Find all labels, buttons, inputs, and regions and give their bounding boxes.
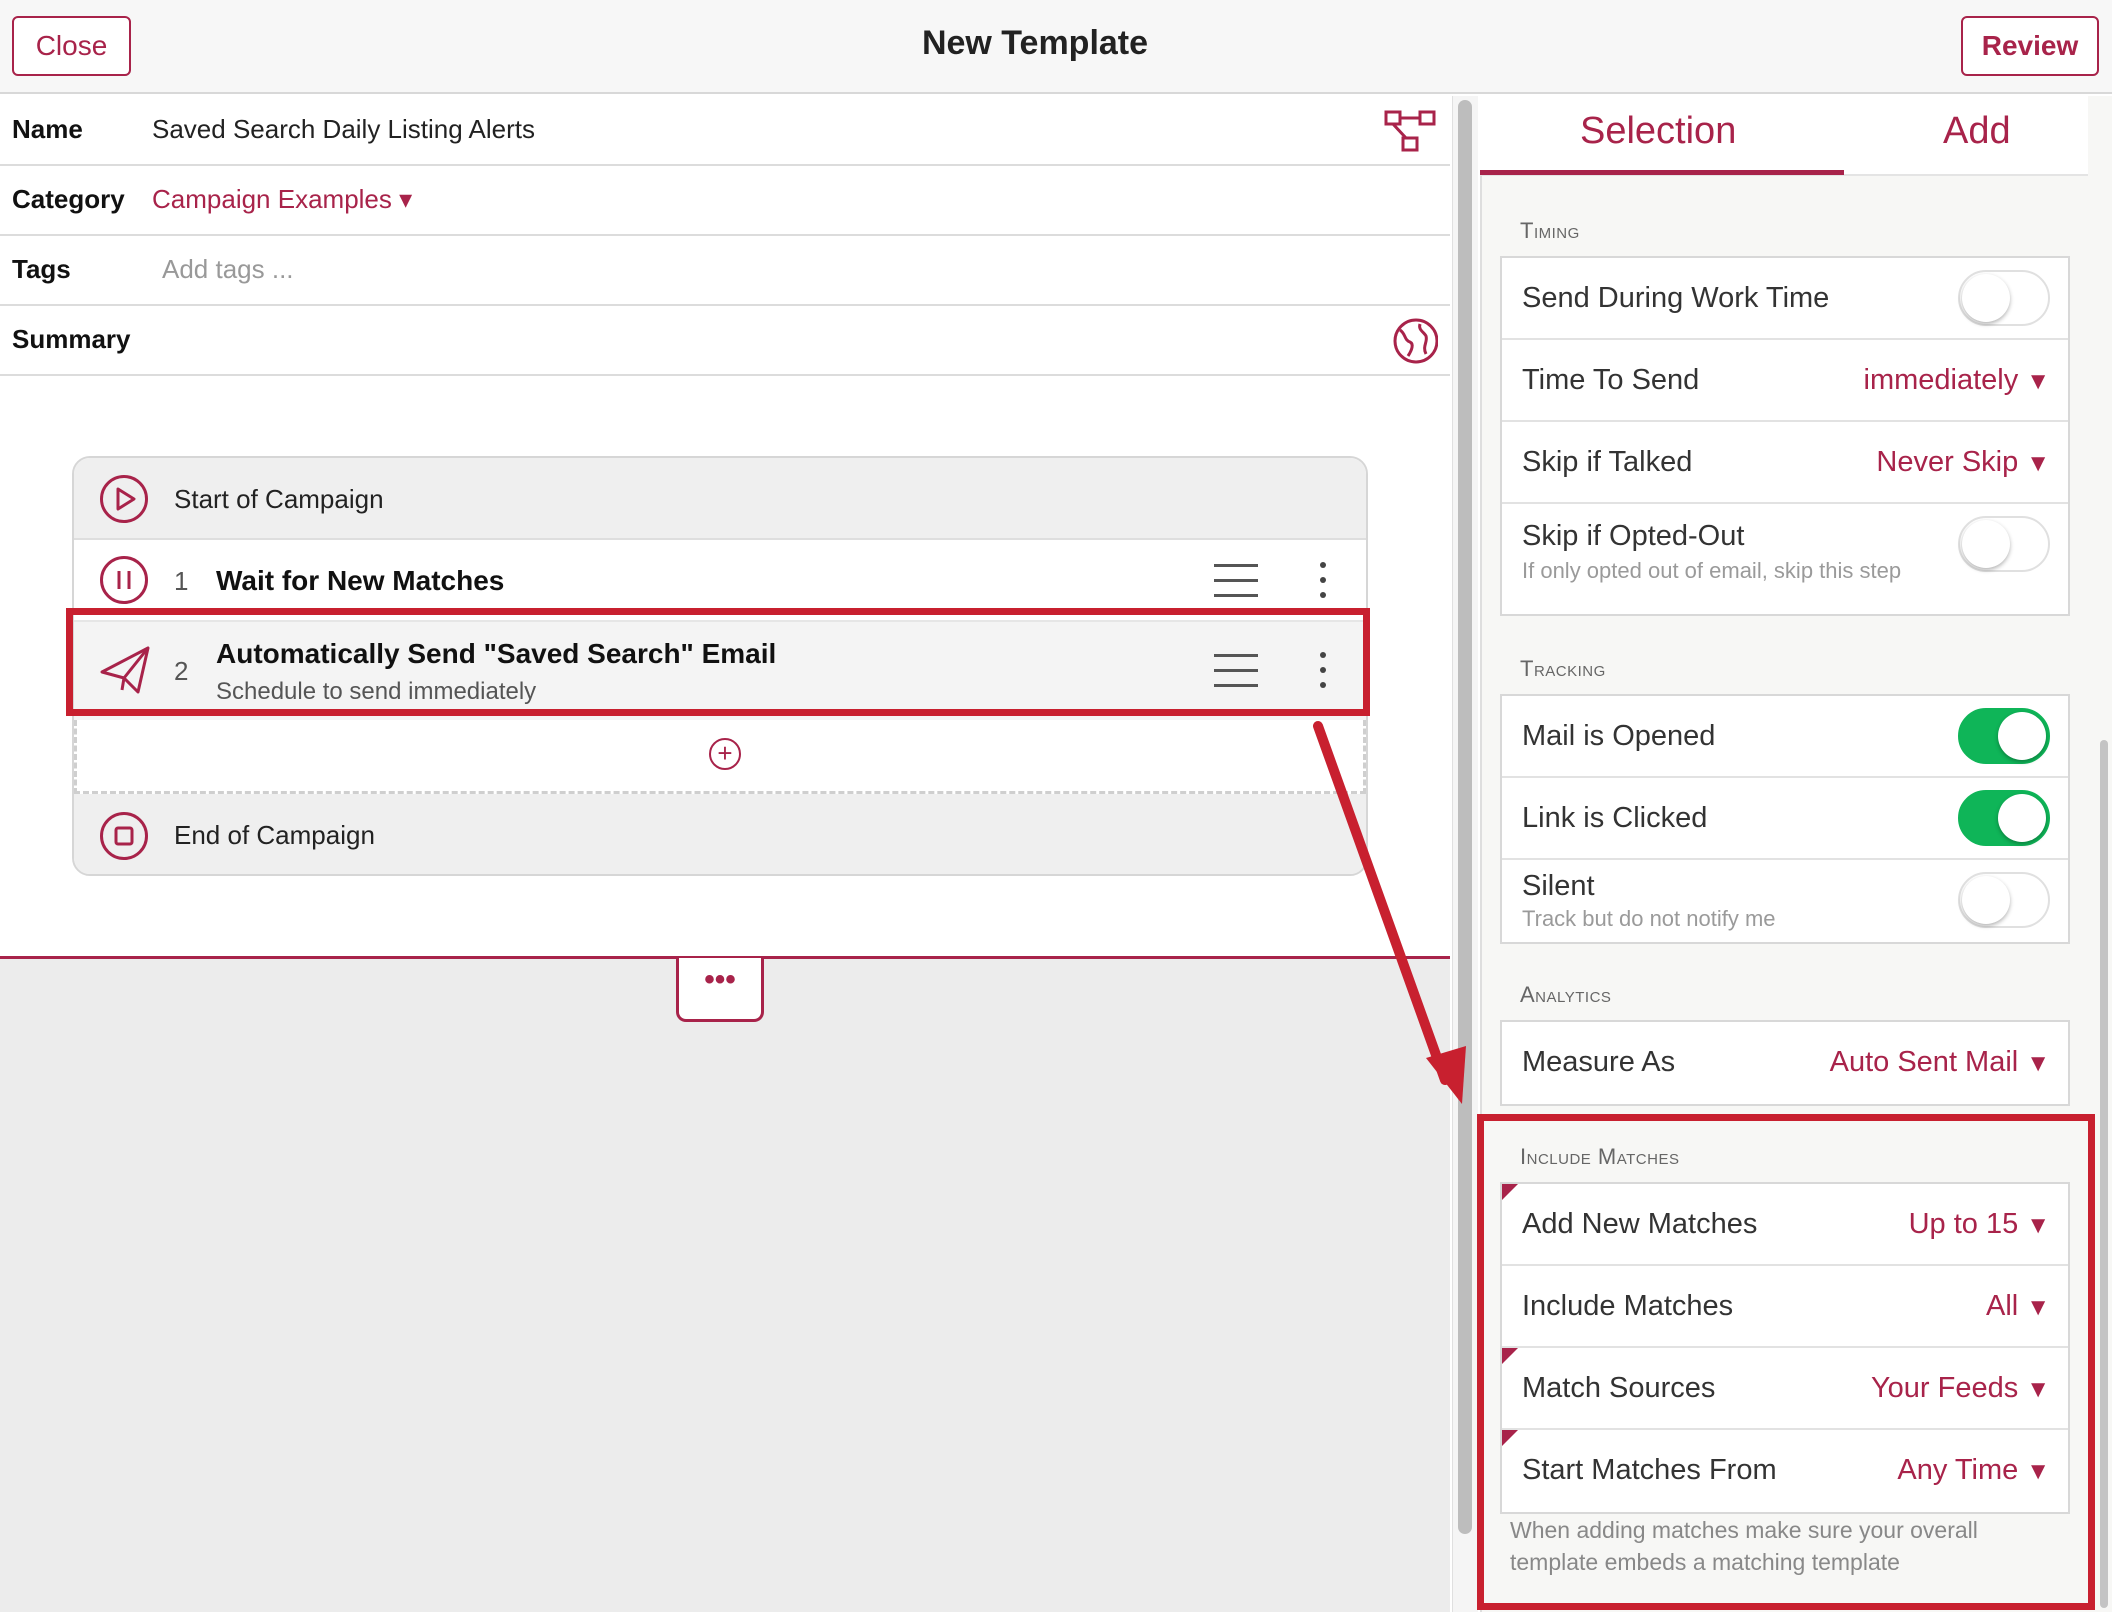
measure-as-dropdown[interactable]: Auto Sent Mail ▼ [1830,1046,2050,1079]
setting-description: Track but do not notify me [1522,906,1776,931]
setting-label: Measure As [1522,1046,1676,1078]
skip-if-talked-row[interactable]: Skip if Talked Never Skip ▼ [1502,422,2068,504]
send-during-work-time-toggle[interactable] [1958,270,2050,326]
setting-label: Silent [1522,870,1595,902]
dropdown-value: Auto Sent Mail [1829,1046,2019,1078]
skip-if-opted-out-row: Skip if Opted-Out If only opted out of e… [1502,504,2068,614]
category-label: Category [12,184,125,214]
skip-if-talked-dropdown[interactable]: Never Skip ▼ [1876,446,2050,479]
summary-label: Summary [12,324,131,354]
campaign-start-row[interactable]: Start of Campaign [74,458,1366,540]
stop-circle-icon [100,812,148,860]
page-title: New Template [921,24,1149,62]
send-during-work-time-row: Send During Work Time [1502,258,2068,340]
name-row: Name Saved Search Daily Listing Alerts [0,96,1450,166]
tags-row: Tags Add tags ... [0,236,1450,306]
analytics-group: Measure As Auto Sent Mail ▼ [1500,1020,2070,1106]
more-tab-button[interactable]: ••• [676,958,764,1022]
toggle-knob [1962,520,2010,568]
caret-down-icon: ▼ [2026,1050,2050,1077]
category-row: Category Campaign Examples ▾ [0,166,1450,236]
highlight-box [66,608,1370,716]
panel-tabs: Selection Add [1480,96,2088,176]
start-label: Start of Campaign [174,484,384,514]
mail-is-opened-toggle[interactable] [1958,708,2050,764]
globe-icon[interactable] [1382,316,1439,366]
plus-circle-icon[interactable]: + [709,738,741,770]
setting-label: Mail is Opened [1522,720,1716,752]
end-label: End of Campaign [174,820,375,850]
caret-down-icon: ▼ [2026,368,2050,395]
tags-input[interactable]: Add tags ... [162,254,294,285]
setting-label: Time To Send [1522,364,1700,396]
time-to-send-row[interactable]: Time To Send immediately ▼ [1502,340,2068,422]
link-is-clicked-toggle[interactable] [1958,790,2050,846]
panel-scrollbar-thumb[interactable] [2100,740,2108,1608]
skip-if-opted-out-toggle[interactable] [1958,516,2050,572]
measure-as-row[interactable]: Measure As Auto Sent Mail ▼ [1502,1022,2068,1104]
pause-circle-icon [100,556,148,604]
section-heading-timing: Timing [1520,218,1580,243]
drag-handle-icon[interactable] [1214,564,1258,598]
mail-is-opened-row: Mail is Opened [1502,696,2068,778]
section-heading-tracking: Tracking [1520,656,1606,681]
lower-pane [0,959,1450,1612]
setting-label: Link is Clicked [1522,802,1708,834]
setting-label: Send During Work Time [1522,282,1830,314]
tags-label: Tags [12,254,71,284]
timing-group: Send During Work Time Time To Send immed… [1500,256,2070,616]
toggle-knob [1962,274,2010,322]
caret-down-icon: ▼ [2026,450,2050,477]
top-bar: Close New Template Review [0,0,2112,94]
setting-label: Skip if Opted-Out [1522,520,1745,552]
active-tab-indicator [1480,170,1844,175]
campaign-end-row[interactable]: End of Campaign [74,794,1366,874]
setting-description: If only opted out of email, skip this st… [1522,558,1902,583]
toggle-knob [1998,794,2046,842]
tracking-group: Mail is Opened Link is Clicked Silent Tr… [1500,694,2070,944]
setting-label: Skip if Talked [1522,446,1693,478]
section-heading-analytics: Analytics [1520,982,1612,1007]
flow-diagram-icon[interactable] [1382,106,1438,156]
highlight-box [1477,1114,2095,1610]
more-options-icon[interactable] [1318,562,1328,602]
summary-row: Summary [0,306,1450,376]
link-is-clicked-row: Link is Clicked [1502,778,2068,860]
name-label: Name [12,114,83,144]
step-number: 1 [174,566,189,596]
tab-selection[interactable]: Selection [1580,110,1736,153]
dropdown-value: immediately [1863,364,2019,396]
silent-row: Silent Track but do not notify me [1502,860,2068,942]
time-to-send-dropdown[interactable]: immediately ▼ [1864,364,2050,397]
dropdown-value: Never Skip [1876,446,2019,478]
add-step-row[interactable]: + [74,720,1366,794]
category-dropdown[interactable]: Campaign Examples ▾ [152,184,412,215]
tab-add[interactable]: Add [1943,110,2011,153]
play-circle-icon [100,475,148,523]
review-button[interactable]: Review [1961,16,2099,76]
toggle-knob [1998,712,2046,760]
name-field[interactable]: Saved Search Daily Listing Alerts [152,114,535,145]
step-title: Wait for New Matches [216,565,505,596]
silent-toggle[interactable] [1958,872,2050,928]
scrollbar-thumb[interactable] [1458,100,1472,1534]
toggle-knob [1962,876,2010,924]
